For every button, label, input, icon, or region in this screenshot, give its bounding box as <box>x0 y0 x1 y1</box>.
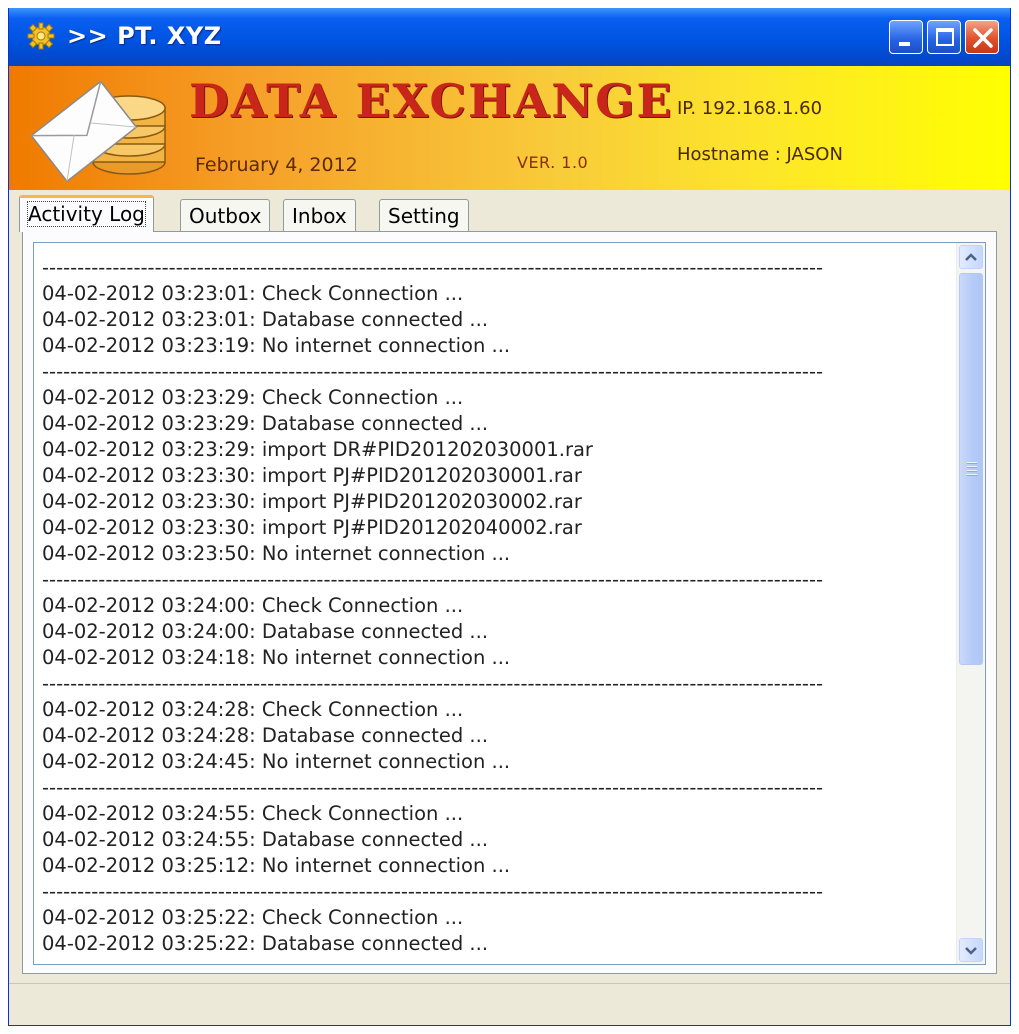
app-window: >> PT. XYZ DATA EXCHANGE February 4, 201… <box>8 8 1011 1026</box>
tab-label: Inbox <box>292 204 347 228</box>
log-separator: ----------------------------------------… <box>42 256 824 279</box>
log-entry: 04-02-2012 03:23:30: import PJ#PID201202… <box>42 516 582 539</box>
log-entry: 04-02-2012 03:24:00: Database connected … <box>42 620 489 643</box>
log-separator: ----------------------------------------… <box>42 672 824 695</box>
version-label: VER. 1.0 <box>517 153 589 172</box>
chevron-down-icon <box>965 947 977 955</box>
log-lines: ----------------------------------------… <box>42 255 942 957</box>
log-entry: 04-02-2012 03:24:18: No internet connect… <box>42 646 511 669</box>
tab-outbox[interactable]: Outbox <box>180 199 271 231</box>
log-separator: ----------------------------------------… <box>42 776 824 799</box>
window-title: >> PT. XYZ <box>67 22 222 50</box>
activity-log-textarea[interactable]: ----------------------------------------… <box>33 242 986 965</box>
log-entry: 04-02-2012 03:25:22: Check Connection ..… <box>42 906 464 929</box>
tab-activity-log[interactable]: Activity Log <box>19 195 154 232</box>
log-separator: ----------------------------------------… <box>42 880 824 903</box>
minimize-button[interactable] <box>889 20 923 54</box>
log-entry: 04-02-2012 03:23:01: Database connected … <box>42 308 489 331</box>
log-entry: 04-02-2012 03:23:29: Database connected … <box>42 412 489 435</box>
tab-label: Activity Log <box>27 201 146 227</box>
log-entry: 04-02-2012 03:23:29: Check Connection ..… <box>42 386 464 409</box>
log-entry: 04-02-2012 03:24:28: Database connected … <box>42 724 489 747</box>
log-entry: 04-02-2012 03:24:00: Check Connection ..… <box>42 594 464 617</box>
log-separator: ----------------------------------------… <box>42 568 824 591</box>
scroll-grip-icon <box>967 462 977 478</box>
log-entry: 04-02-2012 03:23:30: import PJ#PID201202… <box>42 490 582 513</box>
log-entry: 04-02-2012 03:24:55: Check Connection ..… <box>42 802 464 825</box>
header-banner: DATA EXCHANGE February 4, 2012 VER. 1.0 … <box>9 66 1010 190</box>
status-bar <box>9 983 1010 1025</box>
log-entry: 04-02-2012 03:25:12: No internet connect… <box>42 854 511 877</box>
tab-inbox[interactable]: Inbox <box>283 199 356 231</box>
scroll-up-button[interactable] <box>959 245 983 269</box>
hostname: Hostname : JASON <box>677 144 843 165</box>
vertical-scrollbar[interactable] <box>956 243 985 964</box>
scroll-thumb[interactable] <box>959 273 983 665</box>
log-entry: 04-02-2012 03:24:28: Check Connection ..… <box>42 698 464 721</box>
log-entry: 04-02-2012 03:24:55: Database connected … <box>42 828 489 851</box>
log-entry: 04-02-2012 03:24:45: No internet connect… <box>42 750 511 773</box>
close-icon <box>973 28 993 48</box>
gear-icon[interactable] <box>27 22 55 50</box>
log-entry: 04-02-2012 03:23:50: No internet connect… <box>42 542 511 565</box>
maximize-icon <box>936 28 954 46</box>
maximize-button[interactable] <box>927 20 961 54</box>
tab-label: Outbox <box>189 204 262 228</box>
chevron-up-icon <box>965 253 977 261</box>
log-entry: 04-02-2012 03:23:30: import PJ#PID201202… <box>42 464 582 487</box>
tab-setting[interactable]: Setting <box>379 199 469 231</box>
log-separator: ----------------------------------------… <box>42 360 824 383</box>
log-entry: 04-02-2012 03:23:19: No internet connect… <box>42 334 511 357</box>
log-entry: 04-02-2012 03:25:22: Database connected … <box>42 932 489 955</box>
title-bar[interactable]: >> PT. XYZ <box>9 8 1010 66</box>
log-entry: 04-02-2012 03:23:01: Check Connection ..… <box>42 282 464 305</box>
close-button[interactable] <box>965 20 999 54</box>
envelope-database-logo <box>30 80 166 183</box>
ip-address: IP. 192.168.1.60 <box>677 98 823 119</box>
minimize-icon <box>899 42 910 46</box>
scroll-down-button[interactable] <box>959 938 983 962</box>
current-date: February 4, 2012 <box>195 154 358 176</box>
tab-label: Setting <box>388 204 460 228</box>
activity-log-panel: ----------------------------------------… <box>22 231 997 974</box>
app-name: DATA EXCHANGE <box>189 74 674 128</box>
log-entry: 04-02-2012 03:23:29: import DR#PID201202… <box>42 438 593 461</box>
